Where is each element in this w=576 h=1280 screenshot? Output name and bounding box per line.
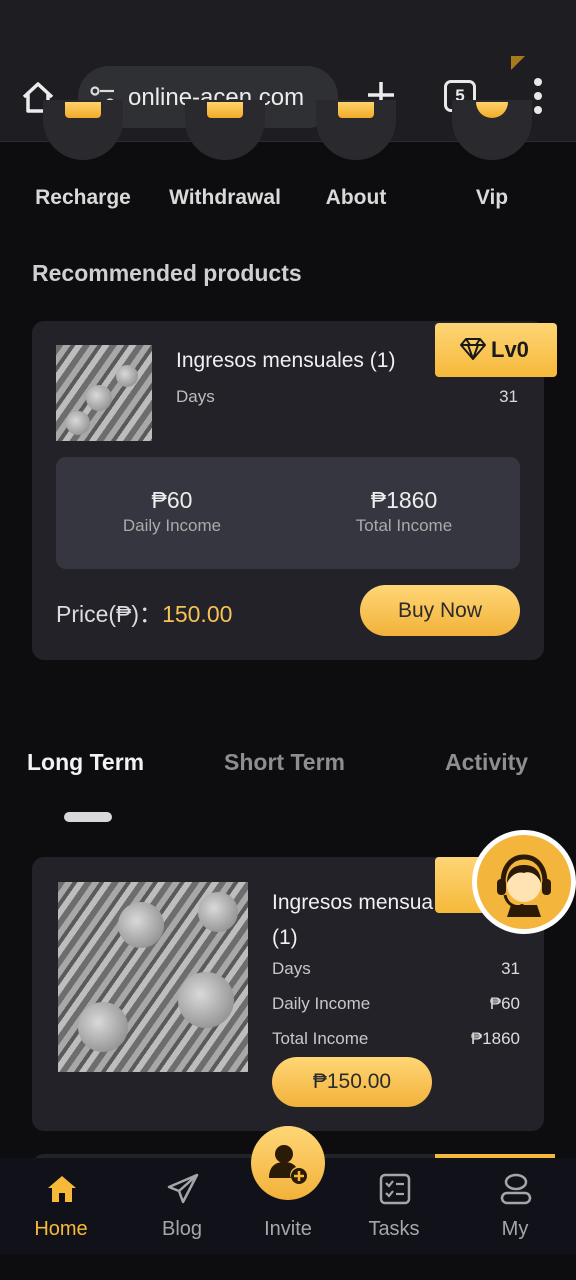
- days-row: Days 31: [272, 959, 520, 979]
- recommended-product-card[interactable]: Ingresos mensuales (1) Days 31 Lv0 ₱60 D…: [32, 321, 557, 660]
- product-image: [58, 882, 248, 1072]
- system-navigation-bar: [0, 1254, 576, 1280]
- product-card[interactable]: Ingresos mensua (1) Days 31 Daily Income…: [32, 857, 544, 1131]
- home-icon: [48, 1176, 76, 1202]
- headset-agent-icon: [497, 854, 551, 917]
- building-icon: [316, 100, 396, 160]
- nav-invite-label: Invite: [264, 1218, 312, 1240]
- income-summary: ₱60 Daily Income ₱1860 Total Income: [56, 457, 520, 569]
- product-name-line1: Ingresos mensua: [272, 891, 434, 914]
- level-text: Lv0: [491, 337, 529, 362]
- wallet-icon: [43, 100, 123, 160]
- total-income-label: Total Income: [355, 516, 453, 535]
- days-value: 31: [501, 959, 520, 978]
- section-title: Recommended products: [32, 260, 302, 286]
- price-row: Price(₱)：150.00: [56, 595, 232, 629]
- nav-tasks[interactable]: Tasks: [344, 1158, 444, 1254]
- nav-my[interactable]: My: [465, 1158, 565, 1254]
- product-name: Ingresos mensuales (1): [176, 349, 396, 372]
- vip-label: Vip: [475, 186, 509, 209]
- buy-now-button[interactable]: Buy Now: [360, 585, 520, 636]
- nav-blog[interactable]: Blog: [132, 1158, 232, 1254]
- daily-income-label: Daily Income: [122, 516, 222, 535]
- level-badge: Lv0: [435, 323, 557, 377]
- tab-indicator: [64, 812, 112, 822]
- nav-blog-label: Blog: [161, 1218, 203, 1240]
- nav-my-label: My: [501, 1218, 529, 1240]
- product-name: Ingresos mensua (1): [272, 885, 472, 955]
- total-income-row: Total Income ₱1860: [272, 1029, 520, 1049]
- quick-nav: Recharge Withdrawal About Vip: [0, 100, 576, 222]
- customer-support-button[interactable]: [472, 830, 576, 934]
- diamond-icon: [452, 100, 532, 160]
- days-value: 31: [499, 387, 518, 406]
- nav-tasks-label: Tasks: [368, 1218, 420, 1240]
- invite-button[interactable]: [251, 1126, 325, 1200]
- price-label: Price(₱)：: [56, 601, 163, 627]
- nav-home[interactable]: Home: [11, 1158, 111, 1254]
- nav-home-label: Home: [34, 1218, 88, 1240]
- daily-income-label: Daily Income: [272, 994, 371, 1013]
- status-bar: [0, 0, 576, 60]
- gem-icon: [460, 338, 486, 360]
- about-label: About: [325, 186, 387, 209]
- daily-income-row: Daily Income ₱60: [272, 994, 520, 1014]
- price-value: 150.00: [162, 601, 233, 627]
- withdrawal-label: Withdrawal: [169, 186, 281, 209]
- add-user-icon: [269, 1145, 307, 1184]
- tab-activity[interactable]: Activity: [445, 749, 528, 776]
- days-label: Days: [272, 959, 311, 978]
- tab-long-term[interactable]: Long Term: [27, 749, 144, 776]
- days-label: Days: [176, 387, 215, 406]
- product-name-line2: (1): [272, 926, 298, 949]
- product-image: [56, 345, 152, 441]
- checklist-icon: [379, 1173, 411, 1205]
- total-income-label: Total Income: [272, 1029, 369, 1048]
- price-button[interactable]: ₱150.00: [272, 1057, 432, 1107]
- total-income-value: ₱1860: [370, 487, 438, 513]
- total-income-value: ₱1860: [470, 1029, 520, 1048]
- daily-income-value: ₱60: [489, 994, 520, 1013]
- recharge-label: Recharge: [35, 186, 131, 209]
- profile-icon: [500, 1173, 532, 1205]
- paper-plane-icon: [167, 1173, 199, 1204]
- tab-short-term[interactable]: Short Term: [224, 749, 345, 776]
- daily-income-value: ₱60: [151, 487, 193, 513]
- withdraw-icon: [185, 100, 265, 160]
- badge-fold: [511, 56, 525, 70]
